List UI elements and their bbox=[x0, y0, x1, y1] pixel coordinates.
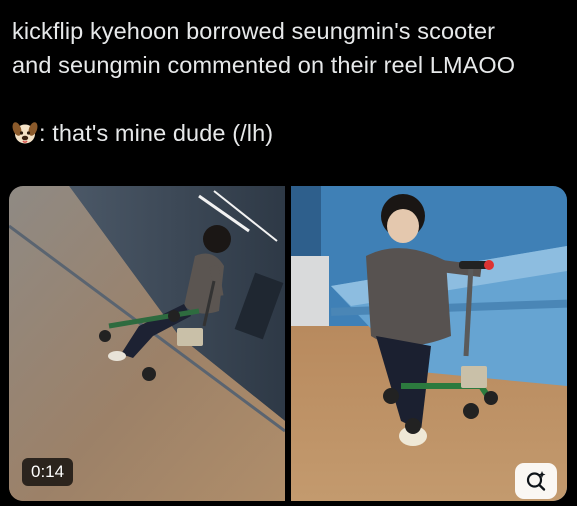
post-line-1: kickflip kyehoon borrowed seungmin's sco… bbox=[12, 18, 496, 44]
media-grid[interactable]: 0:14 bbox=[9, 186, 567, 501]
post-quote-line: : that's mine dude (/lh) bbox=[12, 116, 568, 150]
puppy-face-emoji-icon bbox=[12, 120, 38, 146]
visual-search-button[interactable] bbox=[515, 463, 557, 499]
visual-search-icon bbox=[524, 469, 548, 493]
video-thumbnail-right[interactable] bbox=[291, 186, 567, 501]
post-text: kickflip kyehoon borrowed seungmin's sco… bbox=[12, 14, 568, 150]
video-duration-badge: 0:14 bbox=[22, 458, 74, 486]
video-thumbnail-left[interactable]: 0:14 bbox=[9, 186, 285, 501]
post-line-2: and seungmin commented on their reel LMA… bbox=[12, 52, 516, 78]
quote-text: : that's mine dude (/lh) bbox=[39, 120, 274, 146]
